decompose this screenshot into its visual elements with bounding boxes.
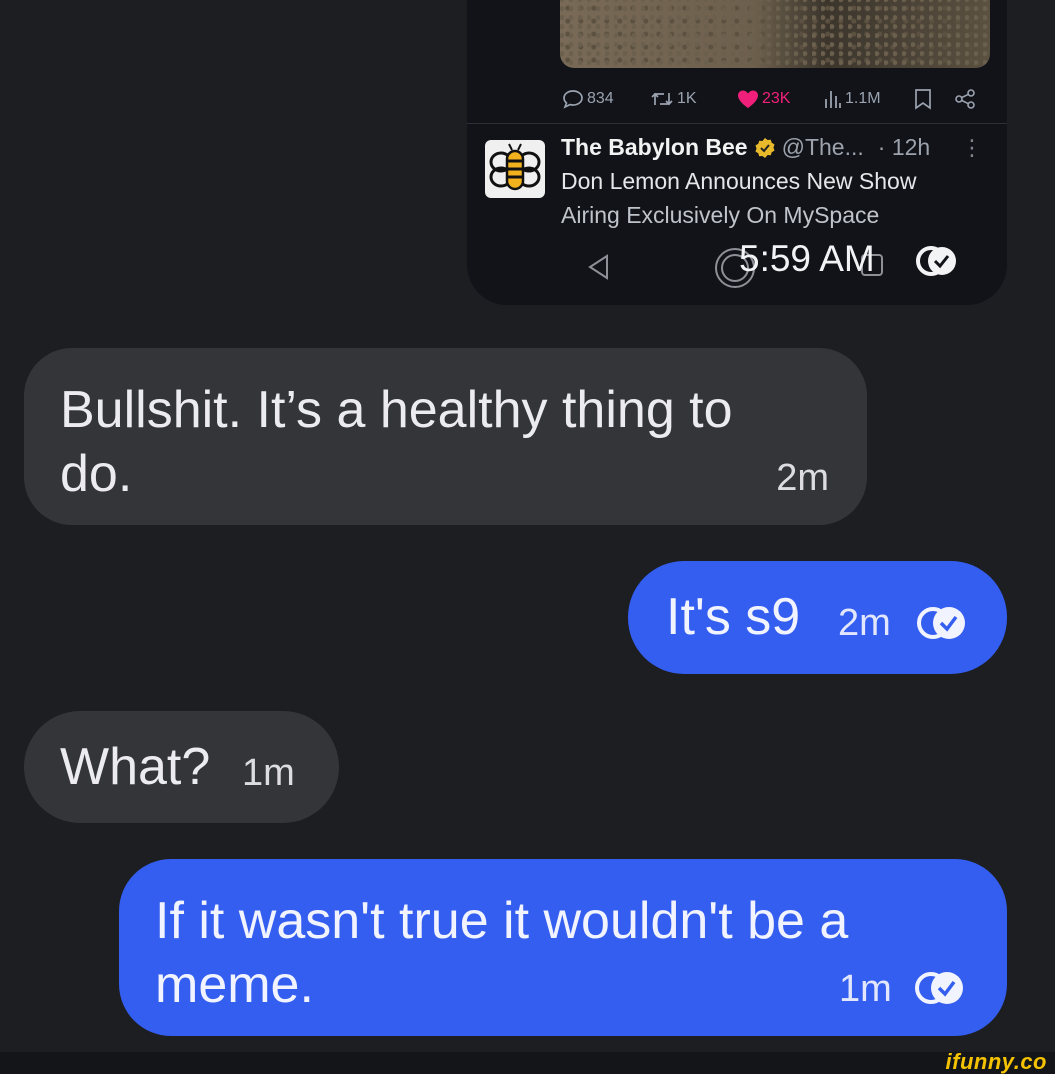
- author-name: The Babylon Bee: [561, 134, 748, 160]
- heart-icon: [738, 90, 758, 108]
- message-timestamp: 5:59 AM: [739, 238, 875, 279]
- message-text-line-2: do.: [60, 445, 133, 503]
- outgoing-message[interactable]: It's s9 2m: [628, 561, 1007, 674]
- message-text-line-1: If it wasn't true it wouldn't be a: [155, 892, 849, 950]
- tweet-text-line-2: Airing Exclusively On MySpace: [561, 202, 880, 228]
- bookmark-button[interactable]: [914, 88, 932, 110]
- views-icon: [825, 91, 841, 108]
- read-receipt-icon: [916, 246, 956, 276]
- share-button[interactable]: [954, 89, 976, 109]
- screenshot-footer: 5:59 AM: [467, 228, 1007, 298]
- tweet-photo: [560, 0, 990, 68]
- incoming-message[interactable]: What? 1m: [24, 711, 339, 823]
- tweet-age: · 12h: [877, 134, 931, 160]
- repost-count: 1K: [650, 90, 697, 108]
- message-time: 1m: [242, 752, 295, 794]
- tweet-text-line-1: Don Lemon Announces New Show: [561, 168, 917, 194]
- message-time: 2m: [776, 457, 829, 499]
- reply-count: 834: [562, 89, 614, 109]
- read-receipt-icon: [915, 972, 963, 1004]
- read-receipt-icon: [917, 607, 965, 639]
- tweet-divider: [467, 123, 1007, 124]
- verified-badge-icon: [755, 137, 775, 158]
- image-message-bubble[interactable]: 834 1K 23K 1.1M The Babylon Bee @The... …: [467, 0, 1007, 305]
- author-handle: @The...: [781, 134, 864, 160]
- tweet-header: The Babylon Bee @The... · 12h ⋮: [561, 134, 991, 161]
- reply-icon: [563, 90, 583, 109]
- chat-screen: 834 1K 23K 1.1M The Babylon Bee @The... …: [0, 0, 1055, 1074]
- outgoing-message[interactable]: If it wasn't true it wouldn't be a meme.…: [119, 859, 1007, 1036]
- incoming-message[interactable]: Bullshit. It’s a healthy thing to do. 2m: [24, 348, 867, 525]
- message-text: It's s9: [666, 588, 801, 646]
- bottom-strip: [0, 1052, 1055, 1074]
- view-count: 1.1M: [824, 89, 881, 109]
- quoted-tweet[interactable]: The Babylon Bee @The... · 12h ⋮ Don Lemo…: [485, 130, 995, 228]
- like-count: 23K: [737, 89, 790, 109]
- message-text: What?: [60, 738, 211, 796]
- babylon-bee-logo: [485, 140, 545, 198]
- more-options-icon[interactable]: ⋮: [961, 135, 983, 161]
- message-text-line-2: meme.: [155, 956, 314, 1014]
- ifunny-watermark: ifunny.co: [945, 1049, 1047, 1074]
- message-time: 1m: [839, 968, 892, 1010]
- message-text-line-1: Bullshit. It’s a healthy thing to: [60, 381, 733, 439]
- back-icon: [588, 254, 608, 280]
- repost-icon: [651, 92, 673, 106]
- tweet-engagement-bar: 834 1K 23K 1.1M: [562, 84, 982, 114]
- bookmark-icon: [915, 89, 931, 110]
- share-icon: [955, 89, 975, 109]
- message-time: 2m: [838, 602, 891, 644]
